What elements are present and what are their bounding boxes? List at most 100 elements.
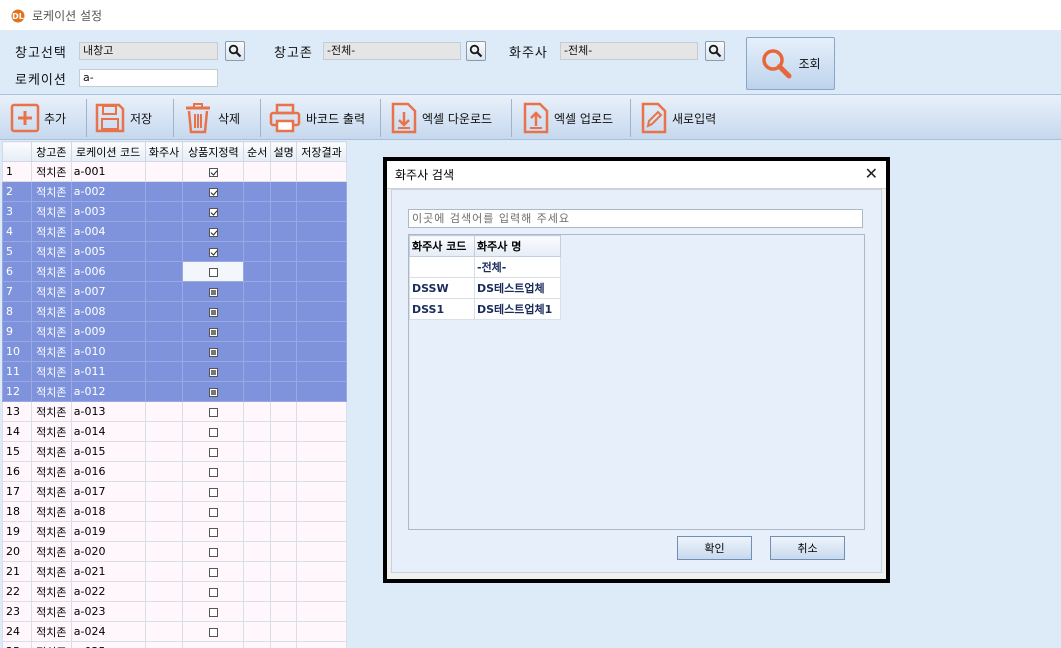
shipper-cell[interactable] xyxy=(144,221,184,242)
product-assign-cell[interactable] xyxy=(182,461,245,482)
checkbox[interactable] xyxy=(208,387,218,397)
row-number-cell[interactable]: 7 xyxy=(2,281,32,302)
description-cell[interactable] xyxy=(270,221,298,242)
shipper-cell[interactable] xyxy=(144,321,184,342)
zone-cell[interactable]: 적치존 xyxy=(30,241,72,262)
product-assign-cell[interactable] xyxy=(182,401,245,422)
table-row[interactable]: 21 적치존 a-021 xyxy=(2,561,347,582)
shipper-cell[interactable] xyxy=(144,181,184,202)
save-result-cell[interactable] xyxy=(296,441,347,462)
zone-cell[interactable]: 적치존 xyxy=(30,301,72,322)
checkbox[interactable] xyxy=(208,347,218,357)
row-number-cell[interactable]: 18 xyxy=(2,501,32,522)
zone-cell[interactable]: 적치존 xyxy=(30,201,72,222)
product-assign-cell[interactable] xyxy=(182,181,245,202)
row-number-cell[interactable]: 5 xyxy=(2,241,32,262)
order-cell[interactable] xyxy=(243,641,272,648)
save-result-cell[interactable] xyxy=(296,301,347,322)
list-item[interactable]: DSSW DS테스트업체 xyxy=(409,277,561,299)
row-number-cell[interactable]: 14 xyxy=(2,421,32,442)
save-result-cell[interactable] xyxy=(296,421,347,442)
description-cell[interactable] xyxy=(270,201,298,222)
table-row[interactable]: 6 적치존 a-006 xyxy=(2,261,347,282)
zone-cell[interactable]: 적치존 xyxy=(30,341,72,362)
checkbox[interactable] xyxy=(208,567,218,577)
order-cell[interactable] xyxy=(243,401,272,422)
table-row[interactable]: 11 적치존 a-011 xyxy=(2,361,347,382)
product-assign-cell[interactable] xyxy=(182,281,245,302)
ok-button[interactable]: 확인 xyxy=(677,536,752,560)
col-header-zone[interactable]: 창고존 xyxy=(30,141,72,162)
order-cell[interactable] xyxy=(243,361,272,382)
zone-cell[interactable]: 적치존 xyxy=(30,361,72,382)
description-cell[interactable] xyxy=(270,441,298,462)
shipper-field[interactable]: -전체- xyxy=(560,42,698,60)
table-row[interactable]: 24 적치존 a-024 xyxy=(2,621,347,642)
col-header-shipper-name[interactable]: 화주사 명 xyxy=(474,235,561,257)
shipper-cell[interactable] xyxy=(144,201,184,222)
zone-cell[interactable]: 적치존 xyxy=(30,481,72,502)
product-assign-cell[interactable] xyxy=(182,481,245,502)
save-result-cell[interactable] xyxy=(296,261,347,282)
save-result-cell[interactable] xyxy=(296,181,347,202)
location-code-cell[interactable]: a-002 xyxy=(70,181,146,202)
description-cell[interactable] xyxy=(270,421,298,442)
shipper-cell[interactable] xyxy=(144,361,184,382)
description-cell[interactable] xyxy=(270,501,298,522)
shipper-code-cell[interactable]: DSS1 xyxy=(409,298,475,320)
shipper-cell[interactable] xyxy=(144,501,184,522)
save-result-cell[interactable] xyxy=(296,461,347,482)
description-cell[interactable] xyxy=(270,561,298,582)
cancel-button[interactable]: 취소 xyxy=(770,536,845,560)
shipper-cell[interactable] xyxy=(144,641,184,648)
shipper-cell[interactable] xyxy=(144,301,184,322)
checkbox[interactable] xyxy=(208,287,218,297)
row-number-cell[interactable]: 25 xyxy=(2,641,32,648)
zone-search-button[interactable] xyxy=(466,41,486,61)
location-code-cell[interactable]: a-018 xyxy=(70,501,146,522)
description-cell[interactable] xyxy=(270,541,298,562)
location-code-cell[interactable]: a-001 xyxy=(70,161,146,182)
order-cell[interactable] xyxy=(243,221,272,242)
col-header-shipper[interactable]: 화주사 xyxy=(144,141,184,162)
table-row[interactable]: 14 적치존 a-014 xyxy=(2,421,347,442)
shipper-cell[interactable] xyxy=(144,521,184,542)
order-cell[interactable] xyxy=(243,601,272,622)
location-code-cell[interactable]: a-009 xyxy=(70,321,146,342)
description-cell[interactable] xyxy=(270,301,298,322)
description-cell[interactable] xyxy=(270,381,298,402)
add-button[interactable]: 추가 xyxy=(10,100,66,136)
order-cell[interactable] xyxy=(243,321,272,342)
zone-cell[interactable]: 적치존 xyxy=(30,541,72,562)
row-number-cell[interactable]: 21 xyxy=(2,561,32,582)
checkbox[interactable] xyxy=(208,487,218,497)
checkbox[interactable] xyxy=(208,507,218,517)
row-number-cell[interactable]: 22 xyxy=(2,581,32,602)
zone-cell[interactable]: 적치존 xyxy=(30,561,72,582)
col-header-product-assign[interactable]: 상품지정력 xyxy=(182,141,245,162)
shipper-cell[interactable] xyxy=(144,481,184,502)
location-input[interactable]: a- xyxy=(79,69,218,87)
shipper-cell[interactable] xyxy=(144,461,184,482)
row-number-cell[interactable]: 17 xyxy=(2,481,32,502)
zone-cell[interactable]: 적치존 xyxy=(30,621,72,642)
table-row[interactable]: 16 적치존 a-016 xyxy=(2,461,347,482)
location-code-cell[interactable]: a-022 xyxy=(70,581,146,602)
order-cell[interactable] xyxy=(243,421,272,442)
shipper-cell[interactable] xyxy=(144,581,184,602)
location-code-cell[interactable]: a-019 xyxy=(70,521,146,542)
order-cell[interactable] xyxy=(243,341,272,362)
order-cell[interactable] xyxy=(243,541,272,562)
zone-cell[interactable]: 적치존 xyxy=(30,221,72,242)
order-cell[interactable] xyxy=(243,281,272,302)
shipper-name-cell[interactable]: DS테스트업체 xyxy=(474,277,561,299)
checkbox[interactable] xyxy=(208,247,218,257)
list-item[interactable]: DSS1 DS테스트업체1 xyxy=(409,298,561,320)
zone-cell[interactable]: 적치존 xyxy=(30,401,72,422)
product-assign-cell[interactable] xyxy=(182,601,245,622)
table-row[interactable]: 8 적치존 a-008 xyxy=(2,301,347,322)
row-number-cell[interactable]: 15 xyxy=(2,441,32,462)
checkbox[interactable] xyxy=(208,187,218,197)
product-assign-cell[interactable] xyxy=(182,621,245,642)
excel-download-button[interactable]: 엑셀 다운로드 xyxy=(390,100,492,136)
